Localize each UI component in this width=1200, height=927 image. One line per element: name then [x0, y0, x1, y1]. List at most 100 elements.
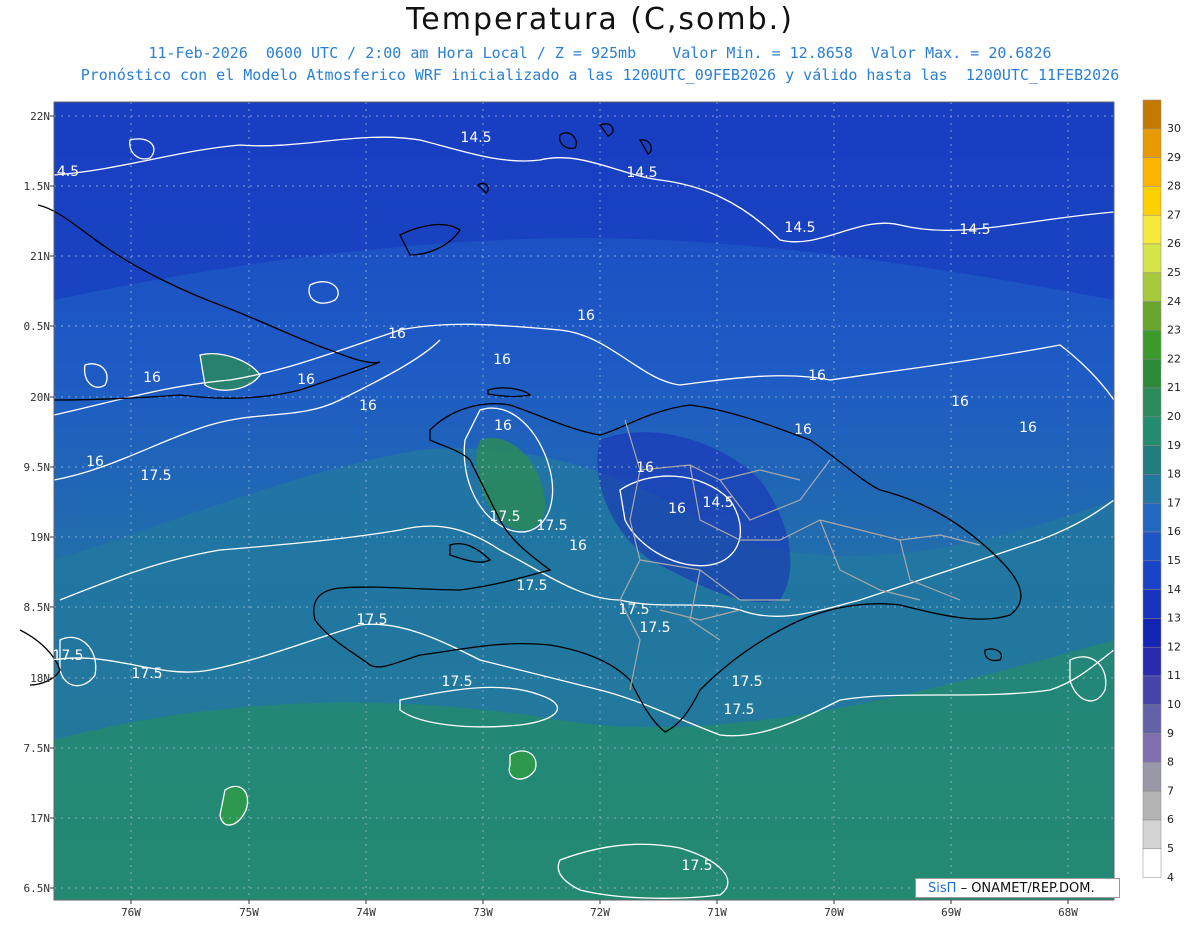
colorbar-swatch — [1142, 416, 1162, 446]
contour-label: 16 — [1019, 420, 1037, 436]
colorbar-swatch — [1142, 272, 1162, 302]
colorbar-swatch — [1142, 502, 1162, 533]
colorbar-label: 7 — [1167, 784, 1174, 797]
lon-tick-label: 74W — [356, 906, 376, 919]
colorbar-swatch — [1142, 445, 1162, 475]
colorbar-label: 11 — [1167, 669, 1181, 682]
colorbar-label: 26 — [1167, 237, 1181, 250]
colorbar-swatch — [1142, 99, 1162, 130]
colorbar-swatch — [1142, 675, 1162, 706]
contour-label: 17.5 — [441, 674, 472, 690]
colorbar-swatch — [1142, 646, 1162, 677]
lon-tick-label: 70W — [824, 906, 844, 919]
contour-label: 16 — [494, 418, 512, 434]
colorbar-swatch — [1142, 128, 1162, 158]
colorbar-label: 5 — [1167, 842, 1174, 855]
contour-label: 16 — [577, 308, 595, 324]
lat-tick-label: 0.5N — [24, 320, 51, 333]
contour-label: 14.5 — [460, 130, 491, 146]
contour-label: 14.5 — [959, 222, 990, 238]
contour-label: 16 — [808, 368, 826, 384]
lat-tick-label: 21N — [30, 250, 50, 263]
contour-label: 17.5 — [731, 674, 762, 690]
colorbar-swatch — [1142, 387, 1162, 418]
colorbar-swatch — [1142, 474, 1162, 504]
lon-tick-label: 69W — [941, 906, 961, 919]
contour-label: 16 — [359, 398, 377, 414]
colorbar-label: 23 — [1167, 324, 1181, 337]
colorbar-swatch — [1142, 301, 1162, 331]
contour-label: 16 — [86, 454, 104, 470]
lon-tick-label: 68W — [1058, 906, 1078, 919]
colorbar-label: 29 — [1167, 151, 1181, 164]
colorbar-label: 10 — [1167, 698, 1181, 711]
colorbar-label: 19 — [1167, 439, 1181, 452]
contour-label: 17.5 — [618, 602, 649, 618]
lat-tick-label: 19N — [30, 531, 50, 544]
lat-tick-label: 9.5N — [24, 461, 51, 474]
colorbar-label: 18 — [1167, 468, 1181, 481]
contour-label: 4.5 — [57, 164, 79, 180]
colorbar-label: 22 — [1167, 352, 1181, 365]
temperature-map: 14.514.514.5 14.54.514.516161616 16161616 1… — [19, 99, 1181, 919]
lat-tick-label: 1.5N — [24, 180, 51, 193]
contour-label: 17.5 — [681, 858, 712, 874]
contour-label: 17.5 — [140, 468, 171, 484]
colorbar-label: 12 — [1167, 640, 1181, 653]
lon-tick-label: 72W — [590, 906, 610, 919]
contour-label: 16 — [297, 372, 315, 388]
colorbar-label: 4 — [1167, 871, 1174, 884]
colorbar-swatch — [1142, 762, 1162, 792]
lon-tick-label: 75W — [239, 906, 259, 919]
lat-tick-label: 17N — [30, 812, 50, 825]
contour-label: 17.5 — [536, 518, 567, 534]
lat-tick-label: 7.5N — [24, 742, 51, 755]
colorbar-swatch — [1142, 330, 1162, 360]
colorbar-swatch — [1142, 186, 1162, 216]
contour-label: 17.5 — [356, 612, 387, 628]
contour-label: 16 — [794, 422, 812, 438]
lon-tick-label: 71W — [707, 906, 727, 919]
contour-label: 16 — [493, 352, 511, 368]
colorbar-label: 27 — [1167, 208, 1181, 221]
colorbar-swatch — [1142, 790, 1162, 821]
colorbar-label: 20 — [1167, 410, 1181, 423]
credit-box: SisΠ – ONAMET/REP.DOM. — [915, 878, 1120, 898]
colorbar-label: 17 — [1167, 496, 1181, 509]
lon-tick-label: 76W — [121, 906, 141, 919]
lat-tick-label: 8.5N — [24, 601, 51, 614]
contour-label: 16 — [569, 538, 587, 554]
lat-tick-label: 22N — [30, 110, 50, 123]
colorbar-swatch — [1142, 618, 1162, 648]
colorbar-label: 6 — [1167, 813, 1174, 826]
colorbar-swatch — [1142, 733, 1162, 763]
colorbar-label: 30 — [1167, 122, 1181, 135]
colorbar-swatch — [1142, 531, 1162, 562]
colorbar-swatch — [1142, 704, 1162, 734]
colorbar-swatch — [1142, 848, 1162, 878]
contour-label: 17.5 — [131, 666, 162, 682]
colorbar-swatch — [1142, 157, 1162, 187]
contour-label: 17.5 — [516, 578, 547, 594]
lon-tick-label: 73W — [473, 906, 493, 919]
colorbar-label: 8 — [1167, 756, 1174, 769]
contour-label: 14.5 — [702, 495, 733, 511]
lat-tick-label: 6.5N — [24, 882, 51, 895]
colorbar-swatch — [1142, 589, 1162, 619]
colorbar-label: 28 — [1167, 180, 1181, 193]
credit-text: – ONAMET/REP.DOM. — [960, 881, 1095, 896]
contour-label: 17.5 — [52, 648, 83, 664]
colorbar-label: 16 — [1167, 525, 1181, 538]
contour-label: 17.5 — [639, 620, 670, 636]
contour-label: 16 — [388, 326, 406, 342]
contour-label: 16 — [143, 370, 161, 386]
colorbar-label: 9 — [1167, 727, 1174, 740]
colorbar-swatch — [1142, 358, 1162, 389]
colorbar-label: 25 — [1167, 266, 1181, 279]
colorbar-swatch — [1142, 243, 1162, 274]
lat-tick-label: 20N — [30, 391, 50, 404]
colorbar-swatch — [1142, 214, 1162, 245]
lat-tick-label: 18N — [30, 672, 50, 685]
colorbar-label: 21 — [1167, 381, 1181, 394]
colorbar-label: 13 — [1167, 612, 1181, 625]
